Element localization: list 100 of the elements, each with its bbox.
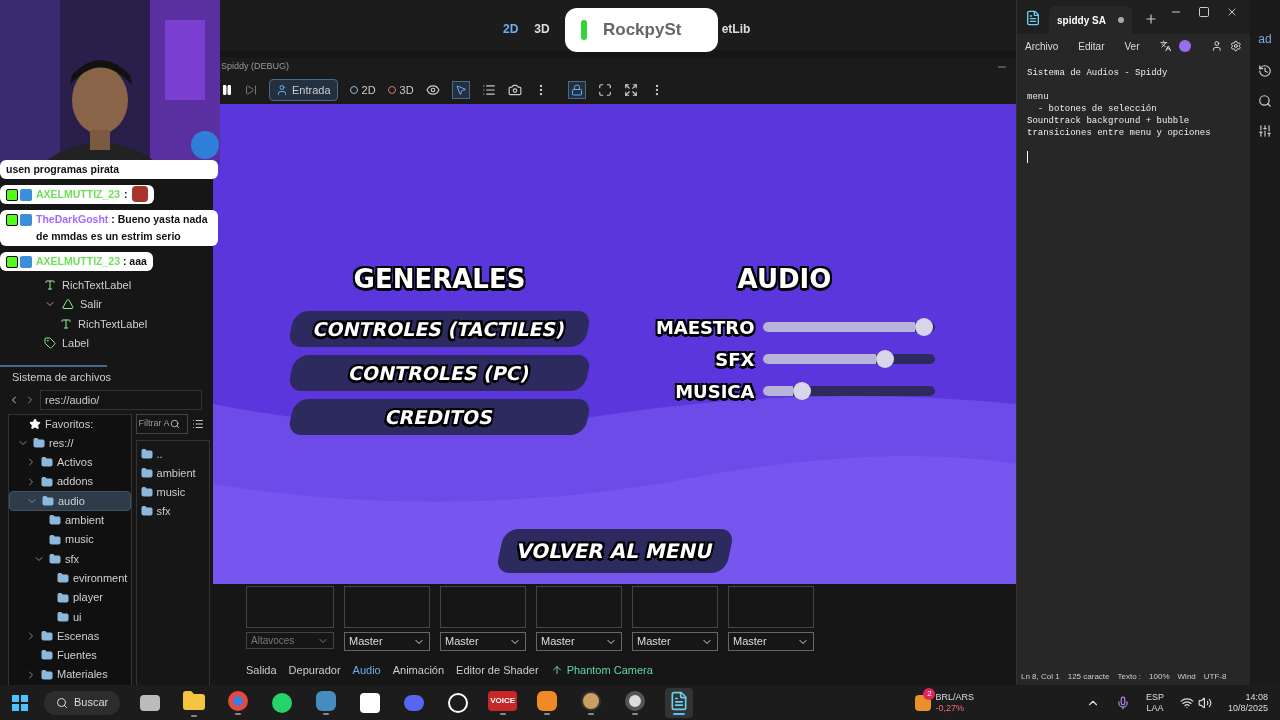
folder-item[interactable]: evironment — [9, 568, 131, 588]
notification-badge: 2 — [923, 687, 936, 700]
camera-icon[interactable] — [507, 83, 522, 97]
slider-thumb[interactable] — [875, 350, 894, 368]
label-node-icon — [44, 337, 56, 350]
folder-item[interactable]: player — [9, 587, 131, 608]
bottom-panel-tab[interactable]: Salida — [246, 662, 277, 679]
pause-icon[interactable] — [221, 84, 233, 96]
folder-icon — [57, 591, 69, 604]
running-indicator — [235, 712, 242, 715]
output-select[interactable]: Master — [440, 632, 526, 651]
expand-icon[interactable] — [623, 83, 638, 97]
folder-icon — [140, 448, 153, 460]
start-icon[interactable] — [12, 694, 28, 711]
document-tab[interactable]: spiddy SA — [1049, 6, 1132, 34]
settings-icon[interactable] — [1230, 40, 1242, 52]
volume-icon[interactable] — [1197, 695, 1212, 710]
folder-item[interactable]: ambient — [9, 510, 131, 530]
dock-title: ad — [1258, 31, 1272, 48]
folder-item[interactable]: res:// — [9, 433, 131, 453]
tree-item[interactable]: Salir — [80, 296, 102, 313]
path-field[interactable]: res://audio/ — [40, 389, 202, 410]
folder-item[interactable]: addons — [9, 472, 131, 492]
menu-item[interactable]: Editar — [1078, 38, 1105, 54]
menu-button[interactable]: CONTROLES (TACTILES) — [287, 311, 592, 347]
running-indicator — [673, 712, 686, 715]
wrench-badge-icon — [20, 256, 32, 268]
output-select[interactable]: Master — [344, 632, 430, 651]
output-select[interactable]: Master — [632, 632, 718, 651]
slider-thumb[interactable] — [793, 382, 812, 400]
tree-item[interactable]: Label — [62, 335, 89, 352]
account-icon[interactable] — [1210, 40, 1223, 52]
taskbar-app-button[interactable]: VOICE — [488, 687, 518, 718]
notepad-icon — [669, 690, 690, 711]
filter-field[interactable]: Filtrar A — [135, 413, 188, 434]
workspace-tab[interactable]: etLib — [721, 20, 751, 38]
bottom-panel-tab[interactable]: Animación — [392, 662, 445, 679]
folder-icon — [41, 668, 53, 681]
close-icon[interactable] — [1226, 6, 1238, 18]
step-icon[interactable] — [245, 84, 257, 96]
sliders-icon[interactable] — [1258, 124, 1272, 138]
clock-time[interactable]: 14:08 — [1245, 691, 1268, 703]
microphone-icon[interactable] — [1115, 695, 1130, 710]
file-item[interactable]: ambient — [156, 464, 196, 482]
layout-text[interactable]: LAA — [1146, 702, 1164, 714]
menu-item[interactable]: Ver — [1124, 38, 1140, 54]
section-title: GENERALES — [353, 263, 526, 296]
bottom-panel-tab[interactable]: Depurador — [288, 662, 341, 679]
history-icon[interactable] — [1258, 64, 1272, 78]
folder-item[interactable]: Fuentes — [9, 645, 131, 666]
input-button[interactable]: Entrada — [269, 78, 338, 102]
workspace-tab[interactable]: 2D — [503, 20, 519, 38]
folder-item[interactable]: music — [9, 530, 131, 550]
list-icon[interactable] — [481, 83, 496, 97]
slider-thumb[interactable] — [915, 318, 934, 336]
output-select[interactable]: Master — [536, 632, 622, 651]
menu-button[interactable]: CONTROLES (PC) — [287, 355, 592, 391]
new-tab-icon[interactable] — [1143, 12, 1158, 26]
mode-2d-button[interactable]: 2D — [349, 81, 376, 99]
mode-3d-button[interactable]: 3D — [387, 81, 414, 99]
running-indicator — [544, 712, 551, 715]
text-size-icon[interactable] — [1159, 40, 1172, 52]
folder-item[interactable]: Activos — [9, 452, 131, 473]
folder-item[interactable]: Escenas — [9, 626, 131, 646]
bottom-panel-tab[interactable]: Editor de Shader — [456, 662, 539, 679]
folder-item[interactable]: Materiales — [9, 665, 131, 685]
bottom-panel-tab[interactable]: Audio — [352, 662, 381, 679]
menu-button[interactable]: CREDITOS — [287, 399, 592, 435]
select-tool-button[interactable] — [451, 81, 470, 99]
section-title: AUDIO — [737, 263, 832, 296]
file-item[interactable]: sfx — [156, 502, 171, 520]
wifi-icon[interactable] — [1179, 695, 1194, 710]
slider-label: MAESTRO — [654, 315, 755, 340]
sort-icon[interactable] — [191, 417, 204, 430]
output-select[interactable]: Altavoces — [246, 632, 334, 649]
folder-item[interactable]: sfx — [9, 549, 131, 569]
clock-date[interactable]: 10/8/2025 — [1227, 702, 1268, 714]
panel-tab[interactable]: Sistema de archivos — [0, 367, 124, 386]
bottom-panel-tab[interactable]: Phantom Camera — [550, 662, 653, 679]
eye-icon[interactable] — [425, 83, 440, 97]
lock-button[interactable] — [567, 81, 586, 99]
language-text[interactable]: ESP — [1145, 691, 1164, 703]
toast-text: RockpySt — [603, 19, 682, 42]
tree-item[interactable]: RichTextLabel — [62, 276, 132, 293]
arrow-up-icon — [550, 664, 563, 677]
output-select[interactable]: Master — [728, 632, 814, 651]
folder-item[interactable]: audio — [9, 491, 131, 511]
text-line: transiciones entre menu y opciones — [1027, 127, 1212, 139]
folder-item[interactable]: ui — [9, 607, 131, 627]
tree-item[interactable]: RichTextLabel — [78, 315, 148, 332]
file-item[interactable]: .. — [156, 445, 163, 463]
workspace-tab[interactable]: 3D — [534, 20, 550, 38]
notepad-icon — [1025, 10, 1041, 26]
star-icon — [29, 418, 41, 430]
maximize-icon[interactable] — [1198, 6, 1210, 18]
search-button[interactable]: Buscar — [44, 690, 121, 715]
menu-item[interactable]: Archivo — [1025, 38, 1059, 54]
fit-icon[interactable] — [597, 83, 612, 97]
search-icon[interactable] — [1258, 94, 1272, 108]
file-item[interactable]: music — [156, 483, 186, 501]
